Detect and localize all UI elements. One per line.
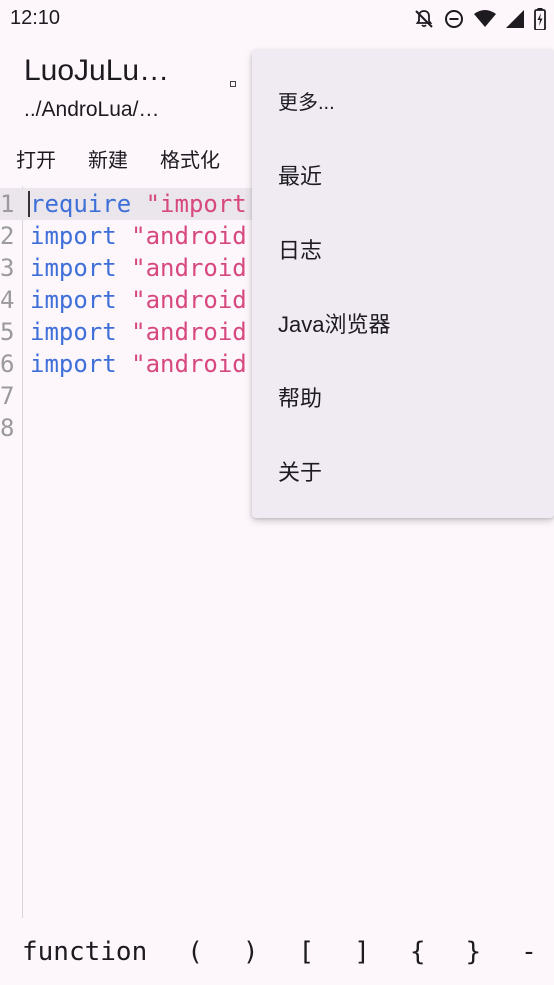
code-keyword: import: [30, 318, 117, 346]
toolbar: 打开 新建 格式化: [0, 140, 236, 180]
code-string: "android: [116, 254, 247, 282]
line-number: 4: [0, 286, 15, 314]
symbol-open-brace-button[interactable]: {: [410, 937, 426, 967]
menu-item-help[interactable]: 帮助: [278, 381, 322, 413]
app-title: LuoJuLu…: [24, 54, 170, 87]
code-keyword: require: [30, 190, 132, 218]
code-string: "android: [116, 222, 247, 250]
menu-item-about[interactable]: 关于: [278, 455, 322, 487]
symbol-open-paren-button[interactable]: (: [187, 937, 203, 967]
symbol-function-button[interactable]: function: [22, 937, 147, 967]
status-icons: [414, 8, 546, 30]
menu-item-more[interactable]: 更多...: [278, 86, 335, 115]
menu-item-recent[interactable]: 最近: [278, 159, 322, 191]
status-time: 12:10: [10, 7, 61, 29]
code-string: "android: [116, 350, 247, 378]
signal-icon: [506, 10, 524, 28]
small-square-icon: [230, 81, 236, 87]
code-keyword: import: [30, 350, 117, 378]
symbol-bar: function ( ) [ ] { } -: [0, 919, 554, 985]
new-button[interactable]: 新建: [88, 140, 128, 180]
line-number: 2: [0, 222, 15, 250]
do-not-disturb-icon: [445, 10, 463, 28]
file-path-subtitle: ../AndroLua/…: [24, 98, 160, 121]
code-keyword: import: [30, 286, 117, 314]
code-string: "android: [116, 318, 247, 346]
symbol-close-bracket-button[interactable]: ]: [354, 937, 370, 967]
format-button[interactable]: 格式化: [160, 140, 220, 180]
line-number: 8: [0, 414, 15, 442]
battery-charging-icon: [534, 8, 546, 30]
notifications-off-icon: [415, 10, 433, 28]
symbol-dash-button[interactable]: -: [521, 937, 537, 967]
wifi-icon: [474, 10, 496, 27]
line-number: 6: [0, 350, 15, 378]
code-keyword: import: [30, 222, 117, 250]
line-number: 7: [0, 382, 15, 410]
line-number: 5: [0, 318, 15, 346]
menu-item-java-browser[interactable]: Java浏览器: [278, 307, 390, 339]
code-keyword: import: [30, 254, 117, 282]
code-string: "import: [131, 190, 247, 218]
line-number: 3: [0, 254, 15, 282]
status-bar: 12:10: [0, 0, 554, 38]
code-string: "android: [116, 286, 247, 314]
overflow-menu: 更多... 最近 日志 Java浏览器 帮助 关于: [252, 50, 554, 518]
symbol-close-paren-button[interactable]: ): [243, 937, 259, 967]
open-button[interactable]: 打开: [16, 140, 56, 180]
symbol-close-brace-button[interactable]: }: [466, 937, 482, 967]
menu-item-log[interactable]: 日志: [278, 233, 322, 265]
line-number: 1: [0, 190, 15, 218]
symbol-open-bracket-button[interactable]: [: [299, 937, 315, 967]
